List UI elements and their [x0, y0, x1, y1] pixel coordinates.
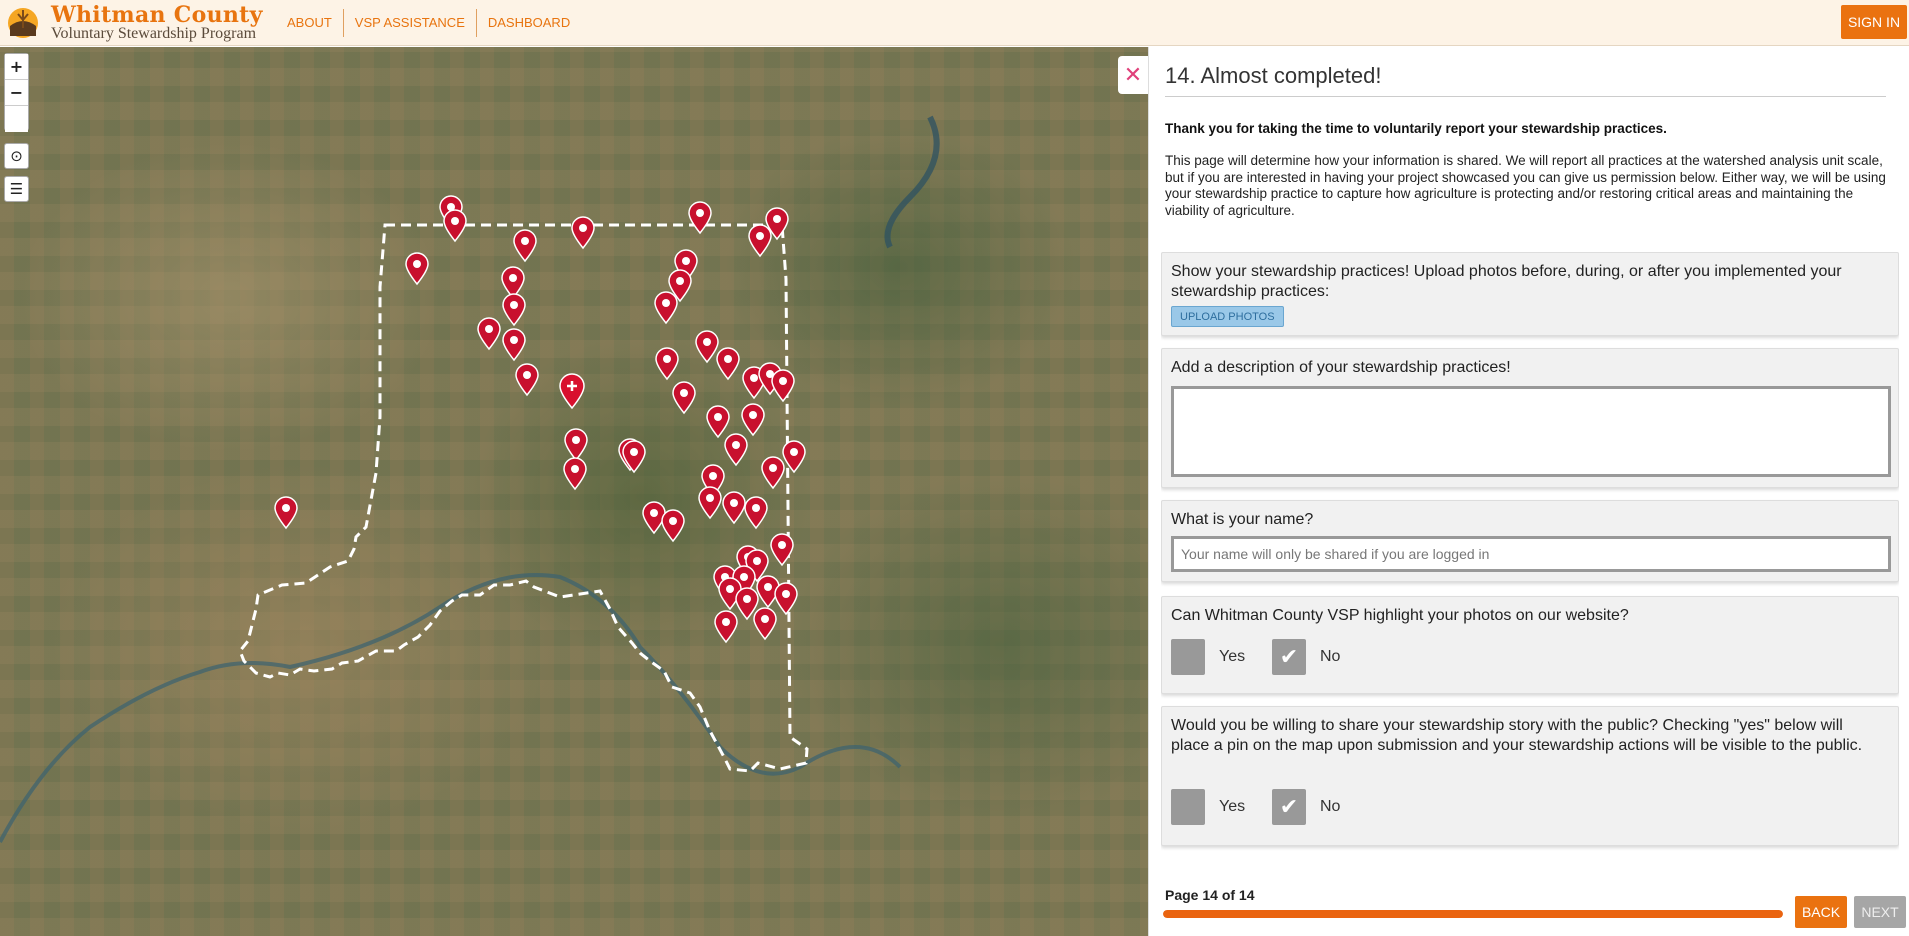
highlight-yes-option[interactable]: Yes — [1171, 639, 1245, 675]
question-card-photos: Show your stewardship practices! Upload … — [1161, 252, 1899, 336]
progress-fill — [1163, 910, 1783, 918]
top-header: Whitman County Voluntary Stewardship Pro… — [0, 0, 1909, 46]
map-pin-icon[interactable] — [515, 363, 539, 397]
zoom-out-button[interactable]: − — [5, 80, 28, 106]
no-label: No — [1320, 648, 1341, 665]
map-pin-icon[interactable] — [622, 440, 646, 474]
crosshair-icon: ⊙ — [10, 147, 23, 165]
thank-you-text: Thank you for taking the time to volunta… — [1165, 121, 1667, 136]
share-yes-option[interactable]: Yes — [1171, 789, 1245, 825]
lake — [884, 115, 940, 249]
map-pin-icon[interactable] — [716, 347, 740, 381]
questions-scroll-area[interactable]: Show your stewardship practices! Upload … — [1161, 252, 1899, 857]
map-pin-icon[interactable] — [571, 216, 595, 250]
zoom-control: + − — [4, 53, 29, 132]
page-indicator: Page 14 of 14 — [1165, 887, 1255, 903]
map-pin-icon[interactable] — [770, 533, 794, 567]
question-label: Would you be willing to share your stewa… — [1171, 717, 1863, 754]
map-pin-icon[interactable] — [661, 509, 685, 543]
map-pin-icon[interactable] — [564, 428, 588, 462]
intro-text: This page will determine how your inform… — [1165, 153, 1886, 218]
yes-checkbox[interactable] — [1171, 789, 1205, 825]
map-pin-icon[interactable] — [672, 381, 696, 415]
map-pin-icon[interactable] — [688, 201, 712, 235]
no-checkbox-checked[interactable]: ✔ — [1272, 639, 1306, 675]
map-pin-icon[interactable] — [642, 501, 666, 535]
map-pin-icon[interactable] — [502, 293, 526, 327]
question-card-name: What is your name? — [1161, 500, 1899, 582]
sign-in-button[interactable]: SIGN IN — [1841, 5, 1907, 39]
highlight-no-option[interactable]: ✔ No — [1272, 639, 1340, 675]
logo-subtitle: Voluntary Stewardship Program — [51, 25, 257, 42]
nav-dashboard[interactable]: DASHBOARD — [477, 9, 581, 37]
check-icon: ✔ — [1279, 644, 1299, 670]
question-card-highlight: Can Whitman County VSP highlight your ph… — [1161, 596, 1899, 694]
plus-pin-icon[interactable] — [559, 373, 585, 410]
map-pin-icon[interactable] — [761, 456, 785, 490]
upload-photos-button[interactable]: UPLOAD PHOTOS — [1171, 306, 1284, 327]
wheat-logo-icon — [8, 8, 38, 38]
check-icon: ✔ — [1279, 794, 1299, 820]
map-pin-icon[interactable] — [748, 224, 772, 258]
next-button[interactable]: NEXT — [1854, 896, 1906, 928]
question-label: Can Whitman County VSP highlight your ph… — [1171, 607, 1629, 624]
question-label: Show your stewardship practices! Upload … — [1171, 263, 1842, 300]
map-pin-icon[interactable] — [502, 328, 526, 362]
close-panel-button[interactable]: ✕ — [1118, 56, 1148, 94]
county-logo[interactable]: Whitman County Voluntary Stewardship Pro… — [6, 2, 262, 44]
map-pin-icon[interactable] — [698, 486, 722, 520]
question-card-description: Add a description of your stewardship pr… — [1161, 348, 1899, 488]
yes-label: Yes — [1219, 798, 1246, 815]
satellite-map[interactable]: + − ⊙ ☰ — [0, 47, 1148, 936]
zoom-spacer — [5, 106, 28, 132]
main-nav: ABOUT VSP ASSISTANCE DASHBOARD — [276, 9, 581, 37]
map-pin-icon[interactable] — [722, 491, 746, 525]
map-pin-icon[interactable] — [443, 209, 467, 243]
map-pin-icon[interactable] — [744, 496, 768, 530]
map-pin-icon[interactable] — [774, 582, 798, 616]
name-input[interactable] — [1171, 536, 1891, 572]
question-label: What is your name? — [1171, 511, 1314, 528]
nav-about[interactable]: ABOUT — [276, 9, 344, 37]
map-pin-icon[interactable] — [706, 405, 730, 439]
map-pin-icon[interactable] — [714, 610, 738, 644]
survey-panel: 14. Almost completed! Thank you for taki… — [1148, 47, 1909, 936]
back-button[interactable]: BACK — [1795, 896, 1847, 928]
description-textarea[interactable] — [1171, 386, 1891, 477]
map-pin-icon[interactable] — [513, 229, 537, 263]
map-pin-icon[interactable] — [405, 252, 429, 286]
layers-button[interactable]: ☰ — [4, 176, 29, 202]
map-pin-icon[interactable] — [274, 496, 298, 530]
zoom-in-button[interactable]: + — [5, 54, 28, 80]
map-pin-icon[interactable] — [695, 330, 719, 364]
layers-icon: ☰ — [9, 180, 24, 198]
no-label: No — [1320, 798, 1341, 815]
yes-checkbox[interactable] — [1171, 639, 1205, 675]
map-pin-icon[interactable] — [654, 291, 678, 325]
map-overlay — [0, 115, 940, 843]
nav-vsp-assistance[interactable]: VSP ASSISTANCE — [344, 9, 477, 37]
question-label: Add a description of your stewardship pr… — [1171, 359, 1511, 376]
map-pin-icon[interactable] — [771, 369, 795, 403]
map-pin-icon[interactable] — [563, 457, 587, 491]
page-title: 14. Almost completed! — [1165, 63, 1886, 97]
progress-bar — [1163, 910, 1783, 918]
map-pin-icon[interactable] — [655, 347, 679, 381]
map-pin-icon[interactable] — [741, 403, 765, 437]
share-no-option[interactable]: ✔ No — [1272, 789, 1340, 825]
locate-button[interactable]: ⊙ — [4, 143, 29, 169]
map-pin-icon[interactable] — [753, 607, 777, 641]
map-pin-icon[interactable] — [477, 317, 501, 351]
question-card-share-story: Would you be willing to share your stewa… — [1161, 706, 1899, 846]
close-icon: ✕ — [1123, 62, 1143, 88]
map-pin-icon[interactable] — [724, 433, 748, 467]
map-pin-icon[interactable] — [782, 440, 806, 474]
no-checkbox-checked[interactable]: ✔ — [1272, 789, 1306, 825]
yes-label: Yes — [1219, 648, 1246, 665]
